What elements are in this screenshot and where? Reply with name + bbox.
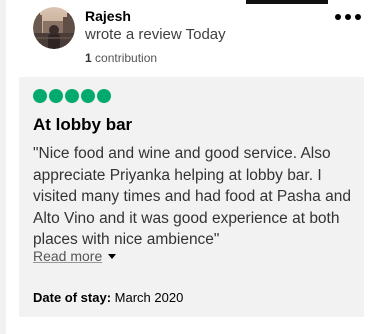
read-more-label: Read more [33, 248, 103, 264]
user-name-link[interactable]: Rajesh [85, 8, 226, 25]
avatar[interactable] [33, 7, 75, 49]
user-avatar-photo-icon [33, 7, 75, 49]
rating-bubble-icon [97, 89, 111, 103]
left-panel-edge [0, 0, 6, 334]
chevron-down-icon [108, 253, 117, 259]
date-of-stay-label: Date of stay: [33, 290, 112, 305]
review-card: At lobby bar "Nice food and wine and goo… [19, 77, 364, 317]
contribution-count: 1 contribution [85, 50, 226, 66]
review-body: "Nice food and wine and good service. Al… [33, 145, 351, 248]
read-more-button[interactable]: Read more [33, 247, 117, 265]
review-header: Rajesh wrote a review Today 1 contributi… [33, 6, 363, 66]
review-title[interactable]: At lobby bar [33, 114, 132, 136]
more-dot [345, 14, 351, 20]
date-of-stay-value: March 2020 [114, 290, 184, 305]
contribution-number: 1 [85, 51, 92, 65]
date-of-stay: Date of stay: March 2020 [33, 290, 183, 306]
rating-bubble-icon [81, 89, 95, 103]
active-tab-indicator [246, 0, 328, 4]
review-action-text: wrote a review Today [85, 26, 226, 43]
more-options-icon[interactable] [335, 8, 361, 26]
rating-bubble-icon [33, 89, 47, 103]
contribution-label: contribution [95, 51, 158, 65]
rating-bubble-icon [49, 89, 63, 103]
user-info: Rajesh wrote a review Today 1 contributi… [85, 8, 226, 66]
rating-bubbles [33, 89, 111, 103]
more-dot [335, 14, 341, 20]
more-dot [355, 14, 361, 20]
rating-bubble-icon [65, 89, 79, 103]
